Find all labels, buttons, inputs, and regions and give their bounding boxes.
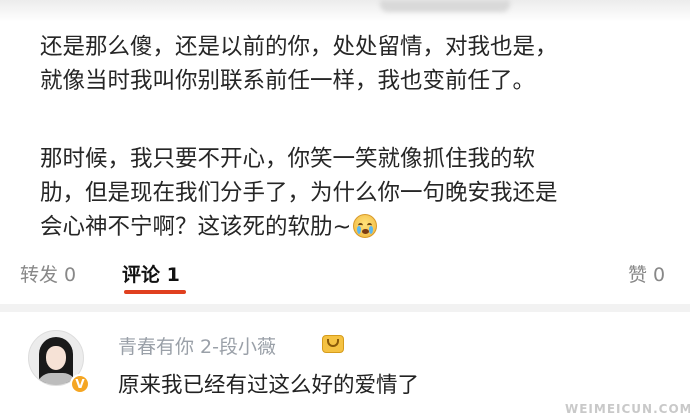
watermark: WEIMEICUN.COM [565,402,690,416]
blurred-content [380,0,510,12]
post-line: 就像当时我叫你别联系前任一样，我也变前任了。 [40,68,536,94]
verified-v-icon: V [70,374,90,394]
top-blurred-strip [0,0,690,22]
post-line: 肋，但是现在我们分手了，为什么你一句晚安我还是 [40,180,558,206]
post-line: 那时候，我只要不开心，你笑一笑就像抓住我的软 [40,146,536,172]
active-tab-underline [124,290,186,294]
like-button[interactable]: 赞 0 [628,260,665,287]
post-paragraph-1: 还是那么傻，还是以前的你，处处留情，对我也是， 就像当时我叫你别联系前任一样，我… [40,30,660,98]
comment-username[interactable]: 青春有你 2-段小薇 [118,332,276,359]
section-divider [0,304,690,312]
post-line: 还是那么傻，还是以前的你，处处留情，对我也是， [40,34,558,60]
post-line-text: 会心神不宁啊？这该死的软肋~ [40,214,352,240]
crying-face-icon [353,214,378,238]
comment-tab[interactable]: 评论 1 [122,260,180,287]
action-bar: 转发 0 评论 1 赞 0 [0,256,690,302]
repost-button[interactable]: 转发 0 [20,260,76,287]
crown-badge-icon [322,335,344,353]
comment-text: 原来我已经有过这么好的爱情了 [118,373,420,398]
post-line-last: 会心神不宁啊？这该死的软肋~ [40,210,660,244]
post-paragraph-2: 那时候，我只要不开心，你笑一笑就像抓住我的软 肋，但是现在我们分手了，为什么你一… [40,142,660,244]
